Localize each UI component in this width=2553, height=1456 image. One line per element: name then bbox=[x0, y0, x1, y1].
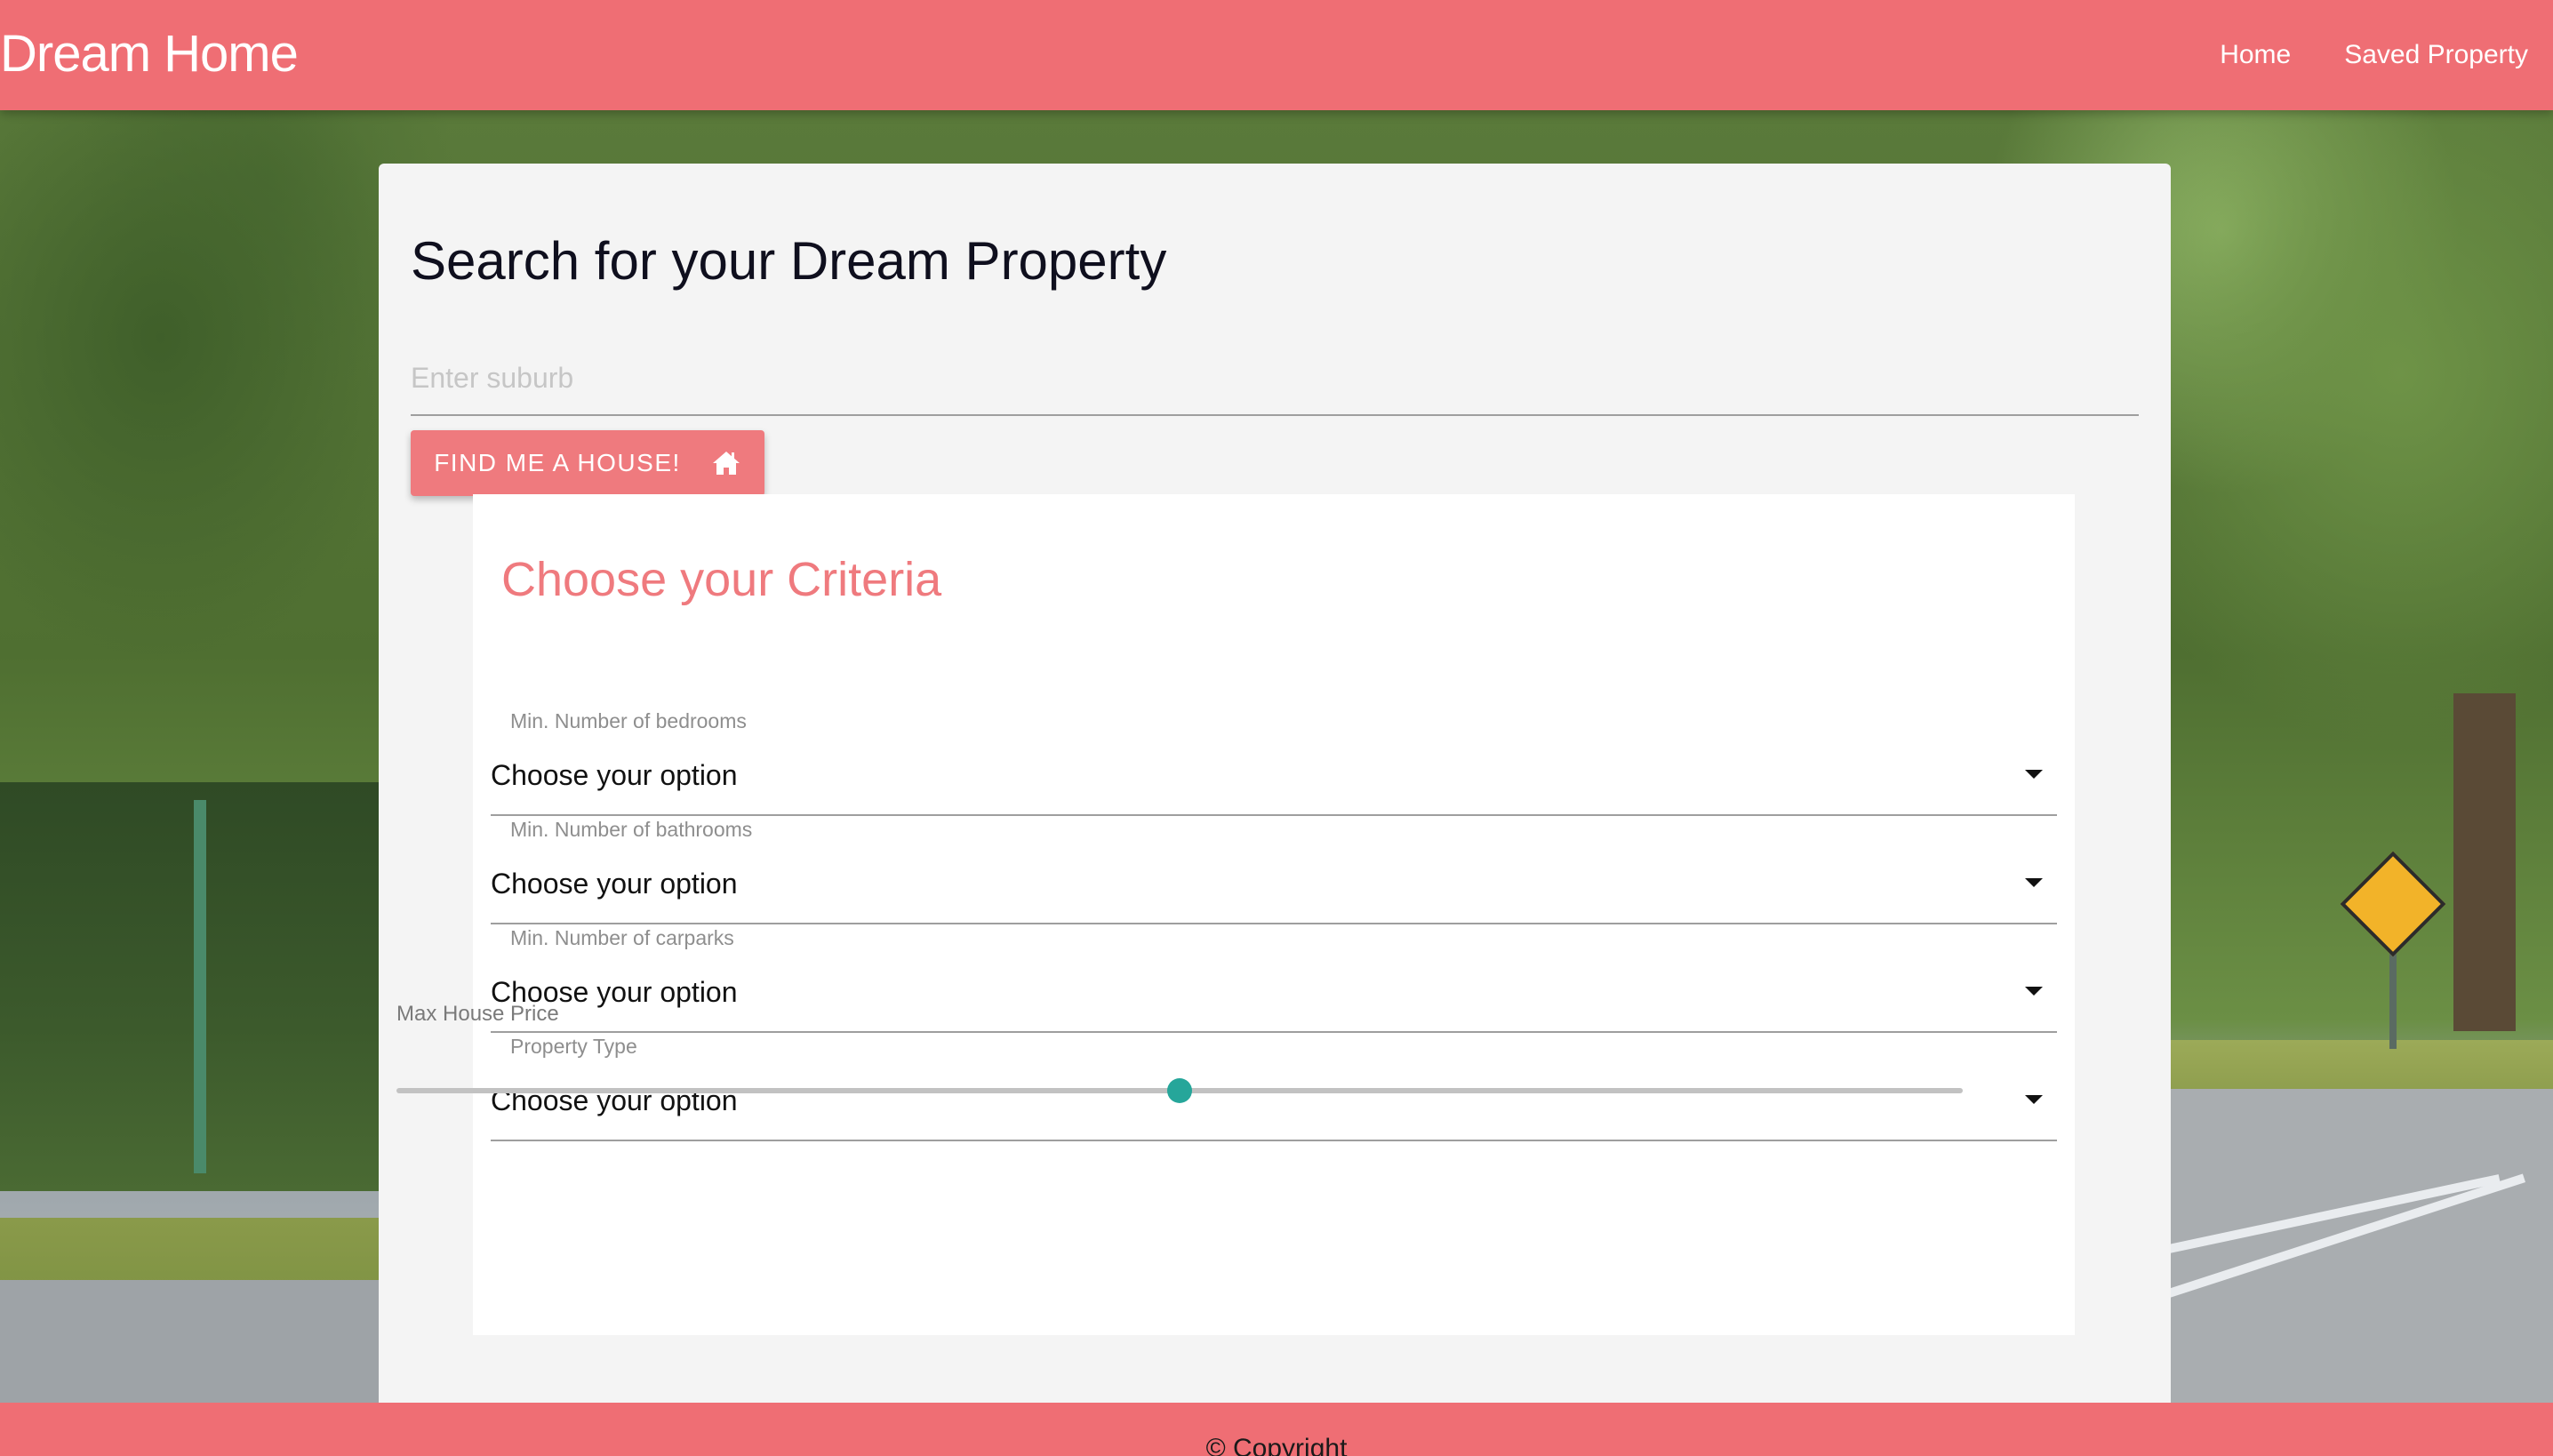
carparks-select: Min. Number of carparks Choose your opti… bbox=[491, 924, 2057, 1033]
carparks-dropdown[interactable]: Choose your option bbox=[491, 956, 2057, 1033]
caret-down-icon bbox=[2025, 878, 2043, 887]
bedrooms-dropdown[interactable]: Choose your option bbox=[491, 740, 2057, 816]
warning-sign bbox=[2340, 851, 2446, 957]
slider-thumb[interactable] bbox=[1167, 1078, 1192, 1103]
page-title: Search for your Dream Property bbox=[411, 231, 1167, 291]
caret-down-icon bbox=[2025, 1095, 2043, 1104]
find-house-button[interactable]: FIND ME A HOUSE! bbox=[411, 430, 764, 496]
select-label: Min. Number of bedrooms bbox=[510, 709, 747, 732]
find-house-button-label: FIND ME A HOUSE! bbox=[434, 449, 681, 476]
select-label: Min. Number of carparks bbox=[510, 926, 734, 949]
property-type-dropdown[interactable]: Choose your option bbox=[491, 1065, 2057, 1141]
caret-down-icon bbox=[2025, 987, 2043, 996]
nav-links: Home Saved Property bbox=[2220, 36, 2528, 75]
navbar: Dream Home Home Saved Property bbox=[0, 0, 2553, 110]
criteria-title: Choose your Criteria bbox=[501, 553, 942, 606]
select-label: Property Type bbox=[510, 1035, 637, 1058]
bathrooms-select: Min. Number of bathrooms Choose your opt… bbox=[491, 816, 2057, 924]
tree-trunk bbox=[2453, 693, 2516, 1031]
footer: © Copyright bbox=[0, 1403, 2553, 1456]
grass-verge-right bbox=[2169, 1040, 2553, 1093]
max-price-slider[interactable] bbox=[396, 1078, 1963, 1103]
bedrooms-select: Min. Number of bedrooms Choose your opti… bbox=[491, 708, 2057, 816]
nav-link-saved-property[interactable]: Saved Property bbox=[2344, 36, 2528, 75]
max-price-label: Max House Price bbox=[396, 1002, 559, 1026]
select-value: Choose your option bbox=[491, 759, 738, 791]
caret-down-icon bbox=[2025, 770, 2043, 779]
criteria-panel: Choose your Criteria Min. Number of bedr… bbox=[473, 494, 2075, 1335]
home-icon bbox=[712, 452, 740, 475]
nav-link-home[interactable]: Home bbox=[2220, 36, 2291, 75]
copyright-text: © Copyright bbox=[1205, 1434, 1348, 1456]
select-value: Choose your option bbox=[491, 868, 738, 900]
bathrooms-dropdown[interactable]: Choose your option bbox=[491, 848, 2057, 924]
search-card: Search for your Dream Property FIND ME A… bbox=[379, 164, 2171, 1456]
select-label: Min. Number of bathrooms bbox=[510, 818, 753, 841]
brand-logo[interactable]: Dream Home bbox=[0, 23, 299, 85]
hedge bbox=[0, 782, 382, 1191]
street-pole bbox=[194, 800, 206, 1173]
property-type-select: Property Type Choose your option bbox=[491, 1033, 2057, 1141]
suburb-input[interactable] bbox=[411, 341, 2139, 416]
